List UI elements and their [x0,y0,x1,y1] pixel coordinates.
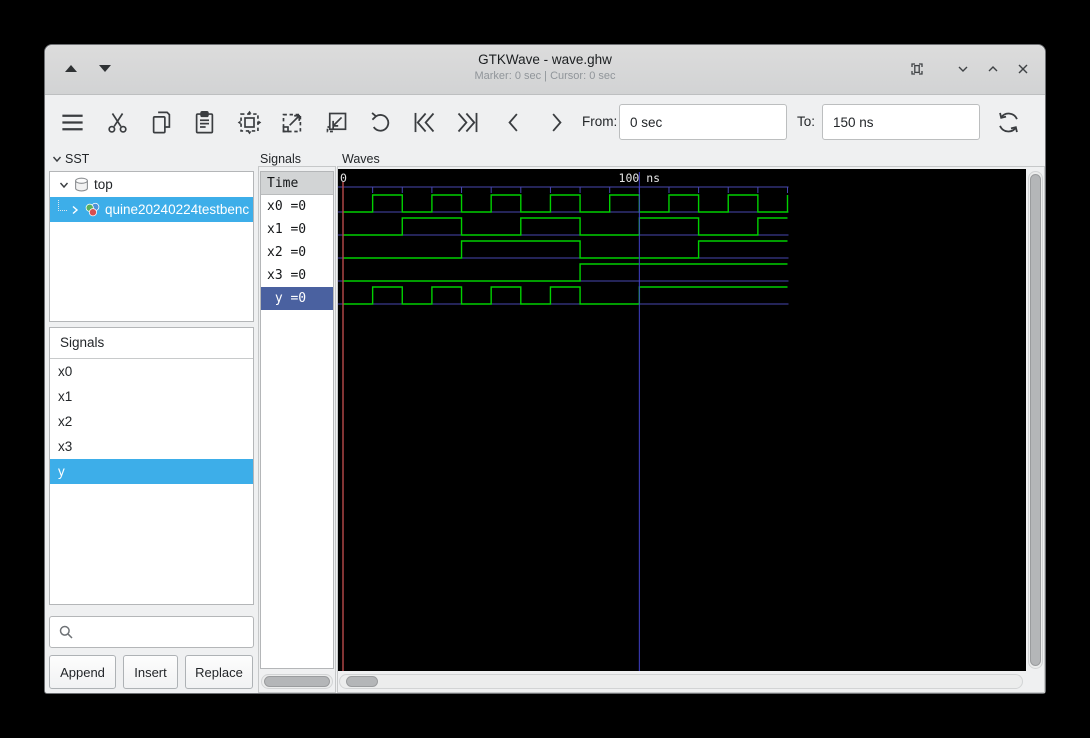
gtkwave-window: GTKWave - wave.ghw Marker: 0 sec | Curso… [44,44,1046,694]
skip-start-icon [414,112,434,132]
zoom-in-button[interactable] [275,105,309,139]
skip-end-icon [457,112,477,132]
facility-row-x2[interactable]: x2 [50,409,253,434]
shift-to-end-button[interactable] [450,105,484,139]
chevron-down-icon [52,156,62,163]
marker-cursor-status: Marker: 0 sec | Cursor: 0 sec [474,70,616,82]
from-input[interactable] [619,104,787,140]
menu-icon [61,114,83,130]
tree-item-label: quine20240224testbenc [105,202,250,217]
waveform-x3 [343,263,788,282]
window-title: GTKWave - wave.ghw [478,52,612,67]
signal-search[interactable] [49,616,254,648]
to-label: To: [797,114,816,129]
zoom-fit-icon [237,110,261,134]
search-input[interactable] [74,617,253,647]
reload-button[interactable] [991,105,1025,139]
waves-label: Waves [342,152,380,166]
insert-button[interactable]: Insert [123,655,178,689]
waves-vscrollbar[interactable] [1028,171,1043,669]
tree-item-label: top [94,177,113,192]
signal-value-row-x0[interactable]: x0 =0 [261,195,333,218]
paste-icon [195,110,213,133]
to-input[interactable] [822,104,980,140]
wave-canvas[interactable]: 0 100 ns [338,169,1026,671]
close-icon [1018,64,1028,74]
waves-hscrollbar[interactable] [339,674,1023,689]
facility-row-x3[interactable]: x3 [50,434,253,459]
facility-row-x1[interactable]: x1 [50,384,253,409]
signal-value-row-x2[interactable]: x2 =0 [261,241,333,264]
facility-row-y[interactable]: y [50,459,253,484]
zoom-in-icon [282,113,301,132]
sst-tree: top quine20240224testbenc [49,171,254,322]
signal-values-list-box: Time x0 =0 x1 =0 x2 =0 x3 =0 y =0 [260,171,334,669]
paste-button[interactable] [187,105,221,139]
from-label: From: [582,114,618,129]
signal-value-row-y[interactable]: y =0 [261,287,333,310]
fullscreen-button[interactable] [909,61,927,79]
waveform-x1 [343,217,788,236]
signal-value-row-x3[interactable]: x3 =0 [261,264,333,287]
next-edge-button[interactable] [539,105,573,139]
tree-guide [58,199,67,211]
copy-button[interactable] [144,105,178,139]
toolbar: From: To: [45,95,1045,149]
desktop: { "window": { "title": "GTKWave - wave.g… [0,0,1090,738]
tree-item-top[interactable]: top [50,172,253,197]
scrollbar-thumb[interactable] [346,676,378,687]
close-button[interactable] [1015,61,1033,79]
zoom-out-button[interactable] [319,105,353,139]
chevron-down-icon [958,66,968,72]
menu-button[interactable] [55,105,89,139]
append-button[interactable]: Append [49,655,116,689]
chevron-right-icon[interactable] [69,204,81,216]
fullscreen-icon [911,63,923,75]
waveform-x0 [343,194,789,213]
chevron-right-icon [551,112,562,132]
undo-button[interactable] [363,105,397,139]
facilities-header: Signals [50,328,253,359]
signal-values-hscrollbar[interactable] [261,674,333,689]
waveform-y [343,286,788,305]
prev-edge-button[interactable] [496,105,530,139]
scrollbar-thumb[interactable] [264,676,330,687]
zoom-fit-button[interactable] [232,105,266,139]
module-icon [85,202,100,217]
copy-icon [152,111,170,133]
facility-row-x0[interactable]: x0 [50,359,253,384]
signal-values-list: Time x0 =0 x1 =0 x2 =0 x3 =0 y =0 [261,172,333,310]
signal-values-label: Signals [260,152,301,166]
shift-to-start-button[interactable] [407,105,441,139]
database-icon [75,177,88,192]
cut-icon [107,112,127,133]
titlebar[interactable]: GTKWave - wave.ghw Marker: 0 sec | Curso… [45,45,1045,95]
sst-label: SST [65,152,90,166]
chevron-up-icon [988,66,998,72]
undo-icon [370,111,389,132]
signal-value-row-x1[interactable]: x1 =0 [261,218,333,241]
tree-item-quine20240224testbenc[interactable]: quine20240224testbenc [50,197,253,222]
zoom-out-icon [326,112,346,132]
waveform-x2 [343,240,788,259]
search-icon [59,625,73,639]
maximize-button[interactable] [985,61,1003,79]
minimize-button[interactable] [955,61,973,79]
cut-button[interactable] [100,105,134,139]
scrollbar-thumb[interactable] [1030,174,1041,666]
time-header: Time [261,172,333,195]
chevron-down-icon[interactable] [58,179,70,191]
chevron-left-icon [507,112,518,132]
facilities-list: x0 x1 x2 x3 y [50,359,253,484]
replace-button[interactable]: Replace [185,655,253,689]
facilities-panel: Signals x0 x1 x2 x3 y [49,327,254,605]
sst-expander[interactable]: SST [51,152,89,166]
reload-icon [998,112,1018,132]
